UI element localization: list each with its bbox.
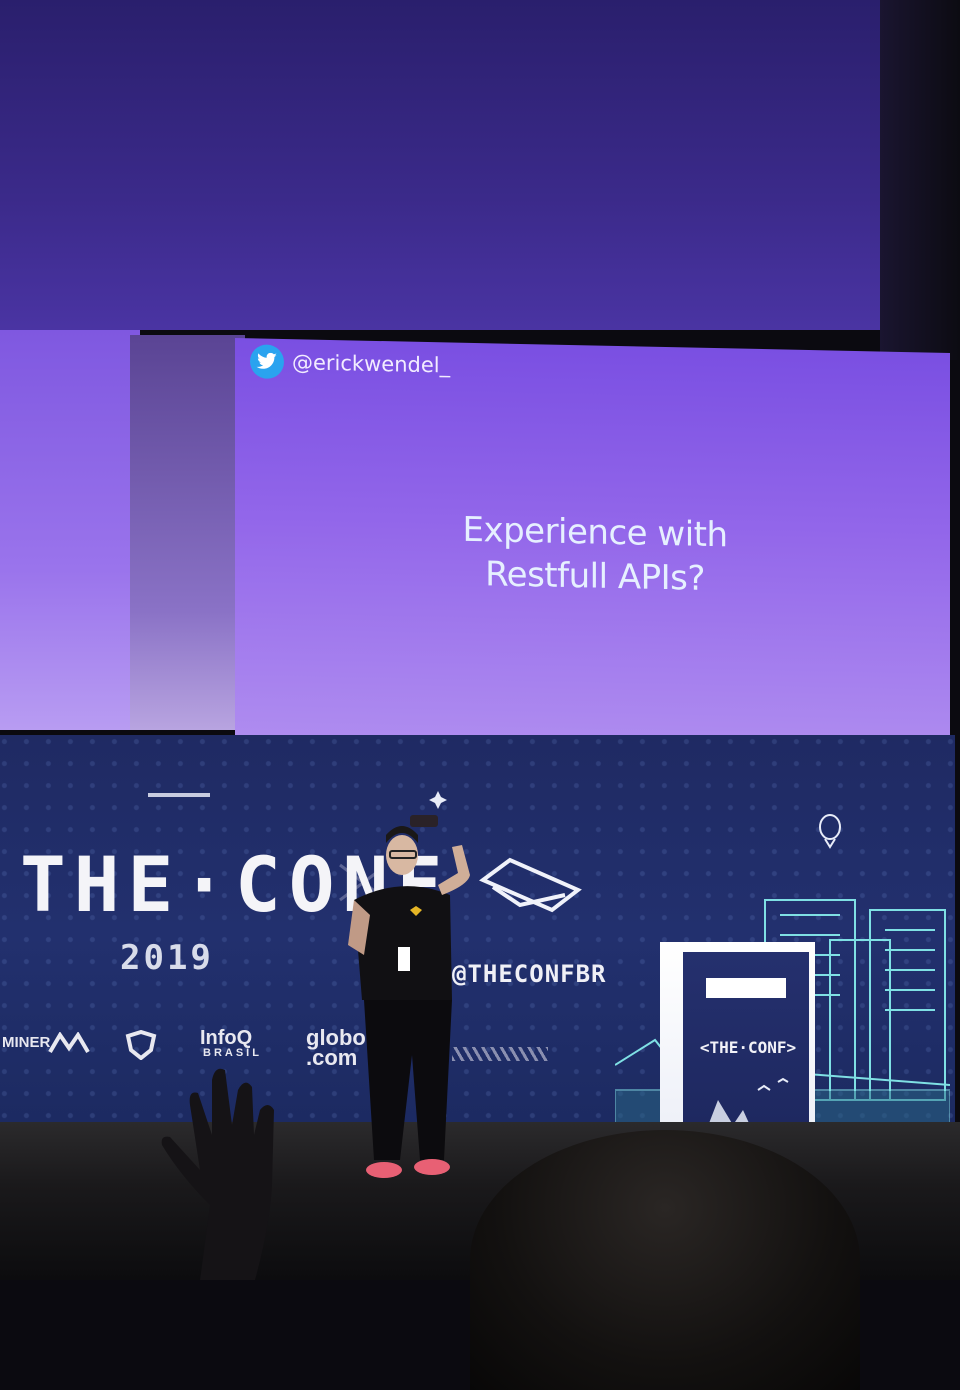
conference-stage-photo: @erickwendel_ Experience with Restfull A…: [0, 0, 960, 1390]
sponsor-infoq-subtitle: BRASIL: [203, 1047, 262, 1059]
slide-title: Experience with Restfull APIs?: [395, 506, 795, 602]
balloon-icon: [819, 814, 841, 849]
sponsor-shield-logo-icon: [125, 1030, 157, 1060]
left-projection-screen: [0, 330, 140, 730]
podium-conf-logo: <THE·CONF>: [699, 1038, 797, 1057]
speaker-figure: [348, 815, 470, 1178]
podium-label-plate: [706, 978, 786, 998]
twitter-bird-icon: [250, 344, 284, 380]
upper-projection-screen: [0, 0, 895, 330]
slide-twitter-handle: @erickwendel_: [250, 344, 450, 382]
presentation-slide: @erickwendel_ Experience with Restfull A…: [235, 338, 950, 763]
raised-hand-silhouette: [161, 1068, 274, 1280]
wave-logo-icon: [479, 857, 582, 913]
sparkle-icon: [429, 791, 447, 809]
sponsor-infoq-logo: InfoQ: [200, 1027, 253, 1049]
twitter-handle-text: @erickwendel_: [292, 350, 451, 378]
sponsor-miner-logo: MINER: [2, 1034, 51, 1051]
audience-head-silhouette: [470, 1130, 860, 1390]
slide-title-line2: Restfull APIs?: [485, 554, 705, 599]
sponsor-m-logo-icon: [48, 1032, 90, 1054]
screen-frame-edge: [880, 0, 960, 360]
dash-mark: [148, 793, 210, 797]
conf-year: 2019: [120, 938, 214, 978]
screen-gap-shadow: [130, 335, 245, 730]
